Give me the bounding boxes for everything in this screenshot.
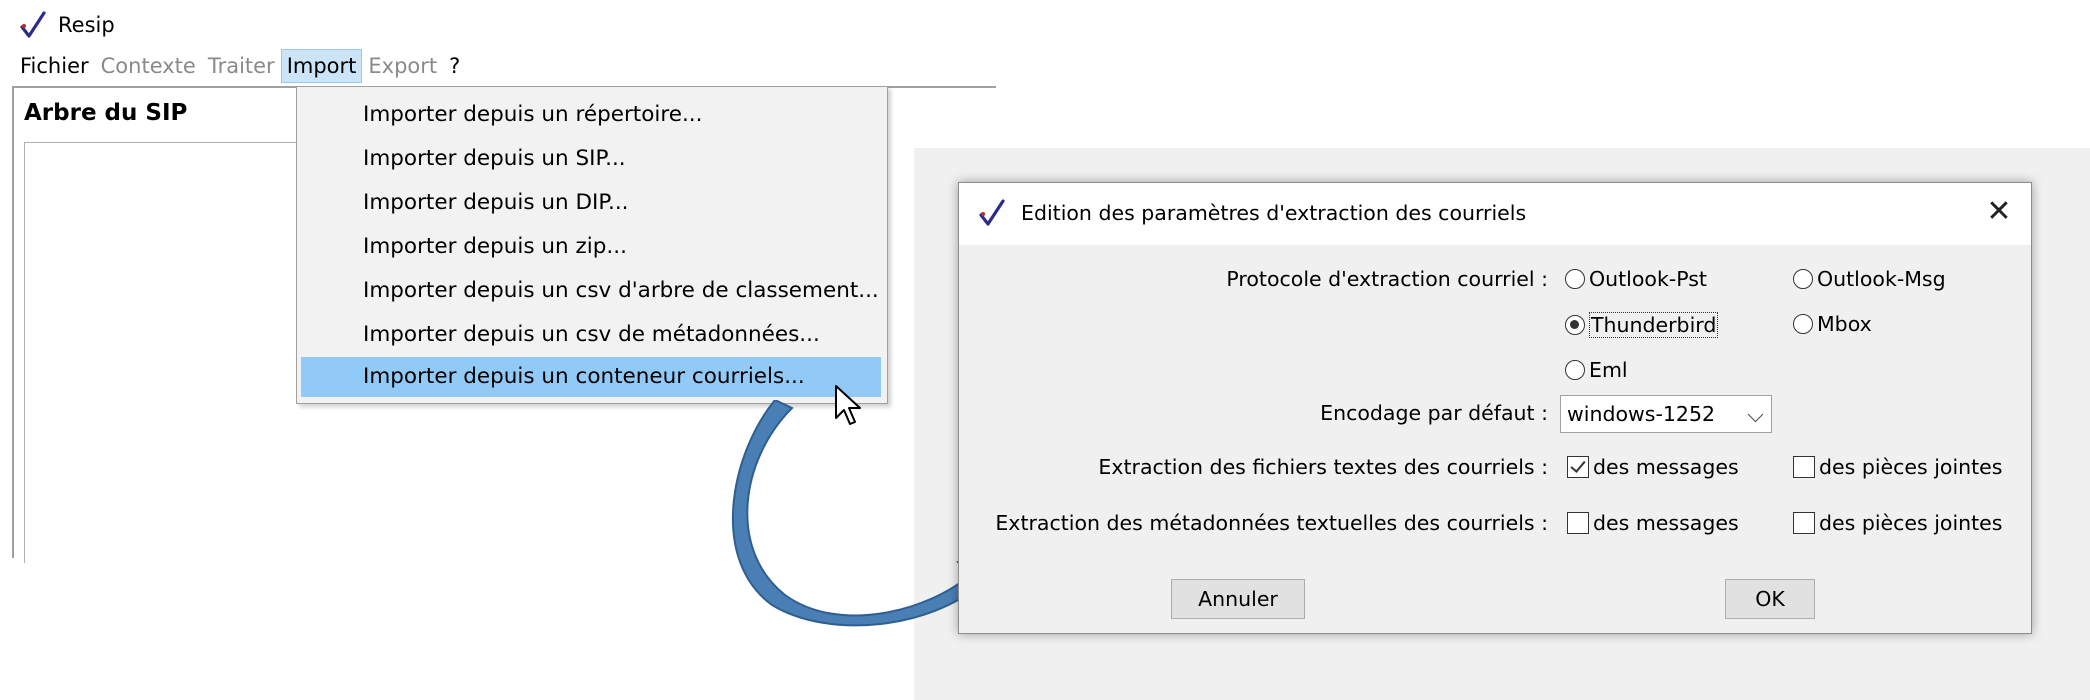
cancel-button[interactable]: Annuler	[1171, 579, 1305, 619]
checkbox-label: des messages	[1593, 511, 1739, 535]
radio-icon	[1565, 360, 1585, 380]
close-icon[interactable]: ✕	[1983, 197, 2015, 229]
encoding-label: Encodage par défaut :	[1320, 401, 1548, 425]
menu-contexte[interactable]: Contexte	[95, 49, 202, 83]
checkbox-label: des pièces jointes	[1819, 455, 2003, 479]
radio-label: Outlook-Msg	[1817, 267, 1946, 291]
radio-label: Eml	[1589, 358, 1628, 382]
radio-icon	[1565, 269, 1585, 289]
menubar: Fichier Contexte Traiter Import Export ?	[14, 48, 466, 84]
checkbox-metadata-attachments[interactable]: des pièces jointes	[1793, 511, 2002, 535]
radio-outlook-pst[interactable]: Outlook-Pst	[1565, 267, 1707, 291]
sip-tree-title: Arbre du SIP	[24, 100, 188, 126]
menu-export[interactable]: Export	[362, 49, 443, 83]
radio-outlook-msg[interactable]: Outlook-Msg	[1793, 267, 1946, 291]
menu-traiter[interactable]: Traiter	[202, 49, 281, 83]
sip-tree-view[interactable]	[24, 142, 335, 563]
checkbox-text-files-attachments[interactable]: des pièces jointes	[1793, 455, 2002, 479]
text-metadata-label: Extraction des métadonnées textuelles de…	[995, 511, 1548, 535]
radio-eml[interactable]: Eml	[1565, 358, 1628, 382]
menu-item-import-zip[interactable]: Importer depuis un zip...	[301, 227, 881, 267]
radio-label: Mbox	[1817, 312, 1872, 336]
radio-thunderbird[interactable]: Thunderbird	[1565, 312, 1719, 338]
radio-checked-icon	[1565, 315, 1585, 335]
checkbox-label: des messages	[1593, 455, 1739, 479]
dialog-titlebar: Edition des paramètres d'extraction des …	[959, 183, 2031, 245]
dialog-title: Edition des paramètres d'extraction des …	[1021, 201, 1527, 225]
checkbox-icon	[1567, 512, 1589, 534]
checkbox-text-files-messages[interactable]: des messages	[1567, 455, 1739, 479]
checkbox-label: des pièces jointes	[1819, 511, 2003, 535]
checkbox-checked-icon	[1567, 456, 1589, 478]
menu-item-import-csv-tree[interactable]: Importer depuis un csv d'arbre de classe…	[301, 271, 881, 311]
app-titlebar: Resip	[20, 8, 115, 42]
encoding-value: windows-1252	[1567, 402, 1716, 426]
checkbox-icon	[1793, 456, 1815, 478]
menu-item-import-csv-metadata[interactable]: Importer depuis un csv de métadonnées...	[301, 315, 881, 355]
menu-item-import-mail-container[interactable]: Importer depuis un conteneur courriels..…	[301, 357, 881, 397]
menu-item-import-directory[interactable]: Importer depuis un répertoire...	[301, 95, 881, 135]
checkbox-icon	[1793, 512, 1815, 534]
radio-icon	[1793, 314, 1813, 334]
checkbox-metadata-messages[interactable]: des messages	[1567, 511, 1739, 535]
encoding-select[interactable]: windows-1252	[1560, 395, 1772, 433]
import-dropdown-menu: Importer depuis un répertoire... Importe…	[296, 86, 888, 404]
radio-mbox[interactable]: Mbox	[1793, 312, 1872, 336]
radio-label: Thunderbird	[1589, 312, 1719, 338]
resip-logo-icon	[979, 199, 1005, 226]
menu-item-import-sip[interactable]: Importer depuis un SIP...	[301, 139, 881, 179]
text-files-label: Extraction des fichiers textes des courr…	[1098, 455, 1548, 479]
app-title: Resip	[58, 13, 115, 37]
radio-icon	[1793, 269, 1813, 289]
radio-label: Outlook-Pst	[1589, 267, 1707, 291]
chevron-down-icon	[1747, 406, 1764, 423]
menu-help[interactable]: ?	[443, 49, 466, 83]
mail-extraction-dialog: Edition des paramètres d'extraction des …	[958, 182, 2032, 634]
menu-import[interactable]: Import	[280, 49, 363, 83]
menu-item-import-dip[interactable]: Importer depuis un DIP...	[301, 183, 881, 223]
resip-logo-icon	[20, 11, 46, 38]
menu-fichier[interactable]: Fichier	[14, 49, 95, 83]
ok-button[interactable]: OK	[1725, 579, 1815, 619]
protocol-label: Protocole d'extraction courriel :	[1226, 267, 1548, 291]
